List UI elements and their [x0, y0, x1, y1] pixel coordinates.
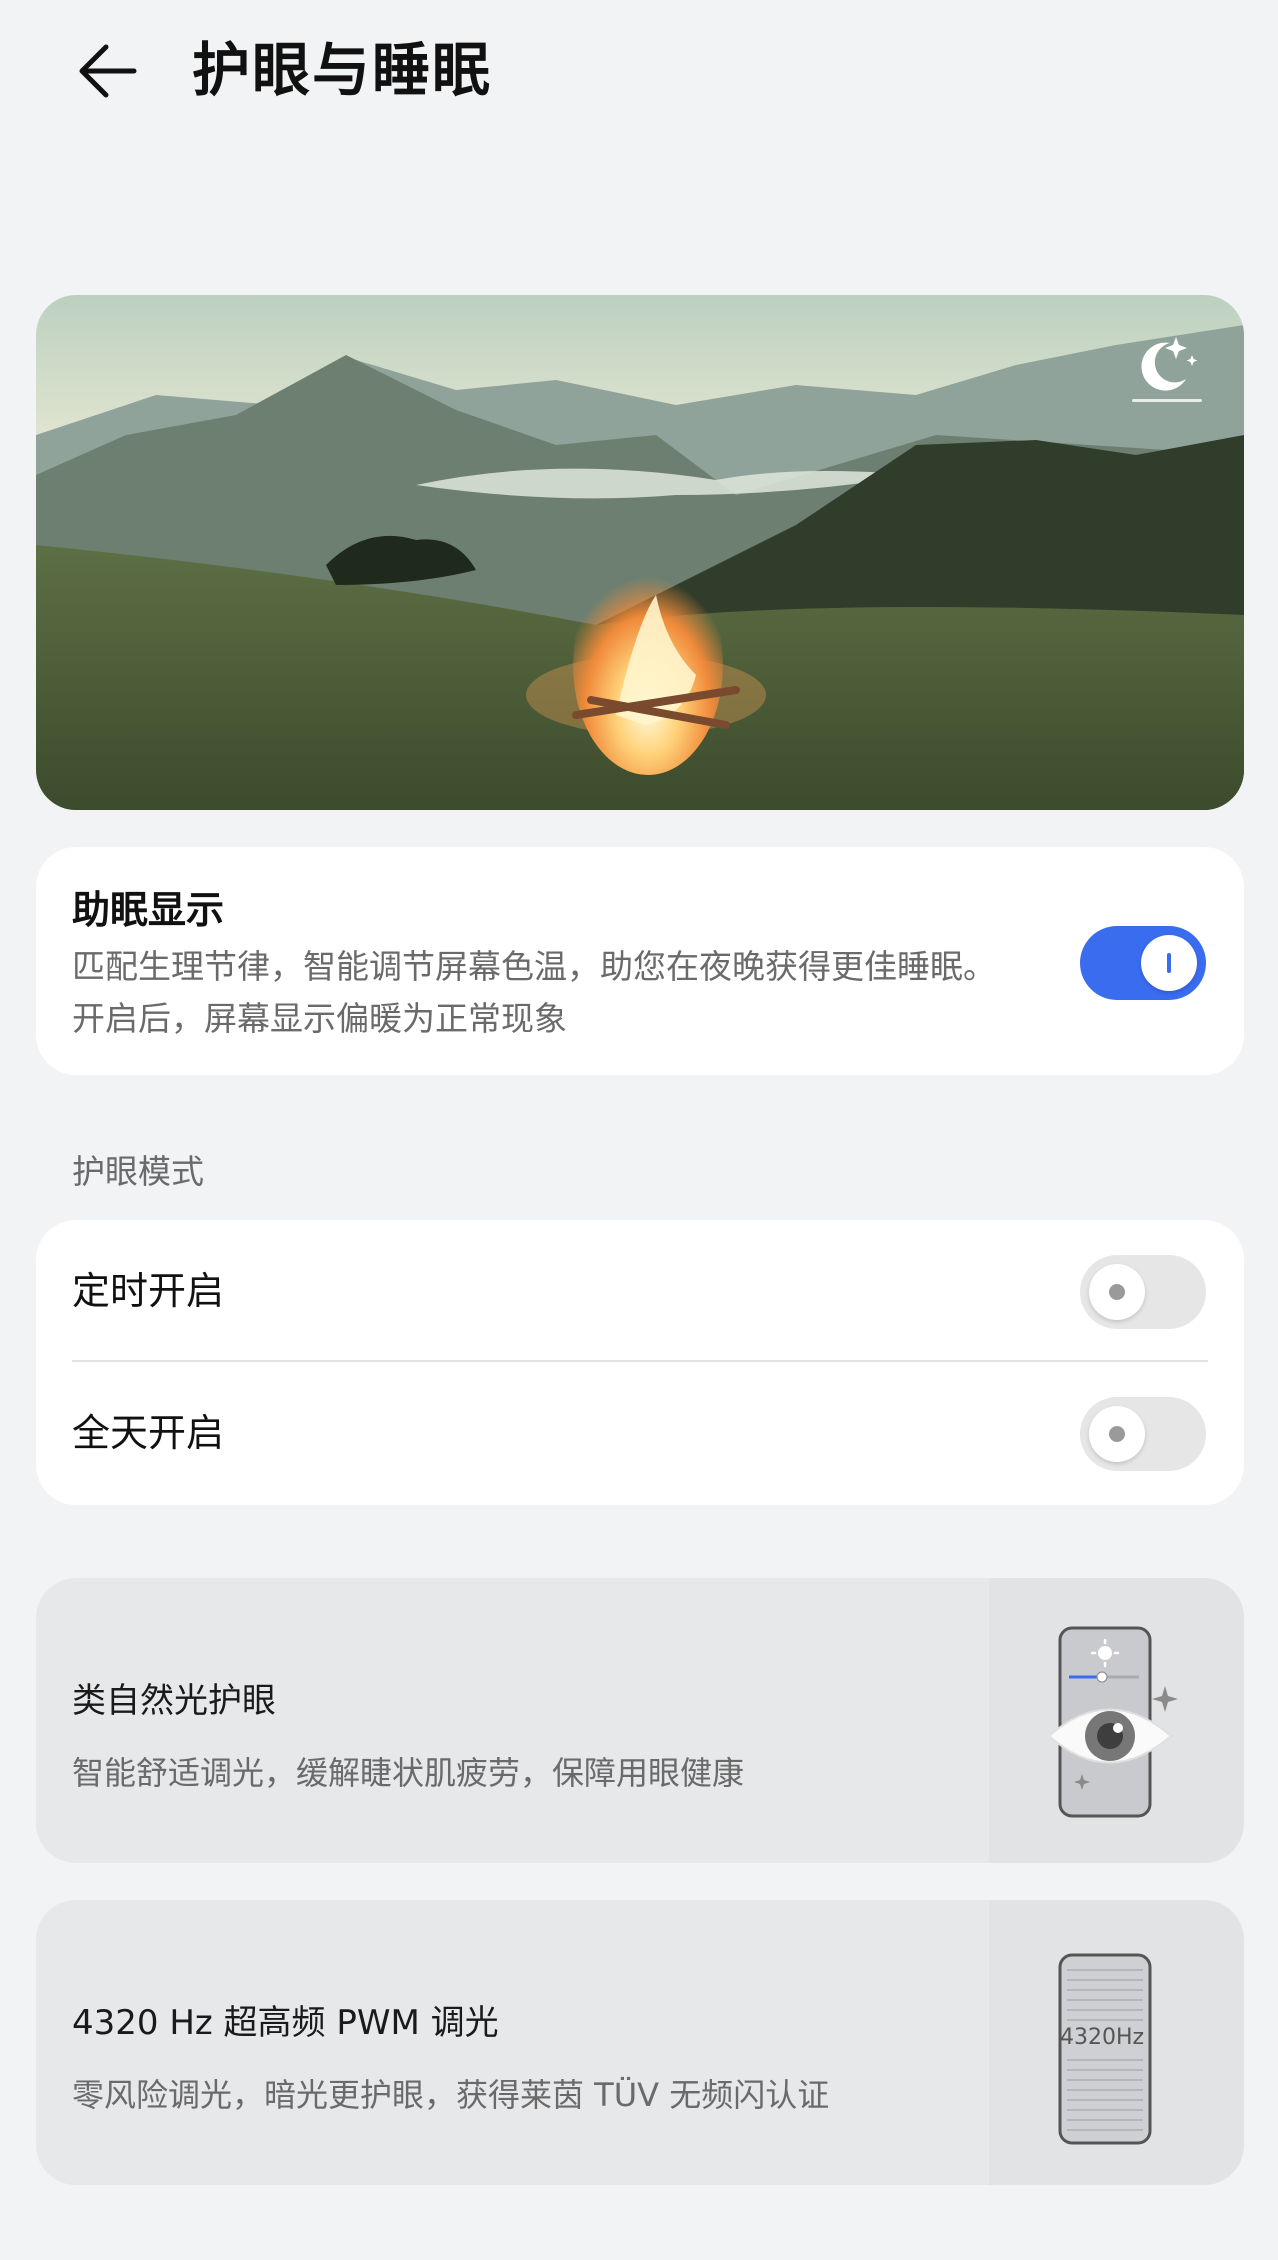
all-day-on-toggle[interactable] — [1080, 1397, 1206, 1471]
back-button[interactable] — [72, 36, 142, 106]
page-title: 护眼与睡眠 — [192, 36, 493, 104]
sleep-display-description-line1: 匹配生理节律，智能调节屏幕色温，助您在夜晚获得更佳睡眠。 — [72, 947, 996, 986]
eye-mode-card: 定时开启 全天开启 — [36, 1220, 1244, 1505]
pwm-frequency-label: 4320Hz — [1059, 2025, 1145, 2050]
pwm-dimming-card[interactable]: 4320 Hz 超高频 PWM 调光 零风险调光，暗光更护眼，获得莱茵 TÜV … — [36, 1900, 1244, 2185]
sleep-display-description: 匹配生理节律，智能调节屏幕色温，助您在夜晚获得更佳睡眠。 开启后，屏幕显示偏暖为… — [72, 941, 1092, 1045]
scheduled-on-label: 定时开启 — [72, 1269, 225, 1313]
scheduled-on-toggle[interactable] — [1080, 1255, 1206, 1329]
sleep-display-description-line2: 开启后，屏幕显示偏暖为正常现象 — [72, 999, 567, 1038]
eye-mode-section-label: 护眼模式 — [72, 1152, 204, 1191]
all-day-on-row[interactable]: 全天开启 — [36, 1362, 1244, 1504]
sleep-hero-image — [36, 295, 1244, 810]
title-bar: 护眼与睡眠 — [0, 0, 1278, 140]
toggle-knob — [1089, 1264, 1145, 1320]
all-day-on-label: 全天开启 — [72, 1411, 225, 1455]
natural-light-description: 智能舒适调光，缓解睫状肌疲劳，保障用眼健康 — [72, 1754, 745, 1792]
moon-icon[interactable] — [1126, 325, 1206, 405]
phone-eye-icon — [989, 1578, 1244, 1863]
toggle-knob — [1089, 1406, 1145, 1462]
back-arrow-icon — [79, 44, 137, 98]
toggle-knob — [1141, 935, 1197, 991]
sleep-display-card: 助眠显示 匹配生理节律，智能调节屏幕色温，助您在夜晚获得更佳睡眠。 开启后，屏幕… — [36, 847, 1244, 1075]
sleep-display-toggle[interactable] — [1080, 926, 1206, 1000]
natural-light-eye-care-card[interactable]: 类自然光护眼 智能舒适调光，缓解睫状肌疲劳，保障用眼健康 — [36, 1578, 1244, 1863]
pwm-dimming-description: 零风险调光，暗光更护眼，获得莱茵 TÜV 无频闪认证 — [72, 2076, 830, 2114]
phone-pwm-icon: 4320Hz — [989, 1900, 1244, 2185]
natural-light-title: 类自然光护眼 — [72, 1681, 276, 1721]
scheduled-on-row[interactable]: 定时开启 — [36, 1220, 1244, 1362]
sleep-display-title: 助眠显示 — [72, 888, 225, 932]
pwm-dimming-title: 4320 Hz 超高频 PWM 调光 — [72, 2003, 499, 2043]
